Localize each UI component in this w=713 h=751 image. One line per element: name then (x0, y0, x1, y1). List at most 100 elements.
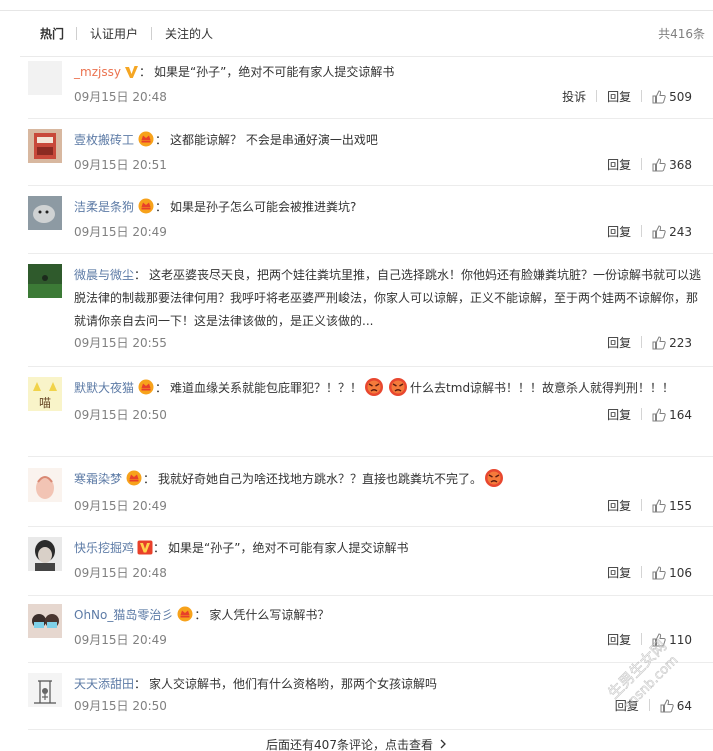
comment-username[interactable]: 洁柔是条狗 (74, 200, 134, 214)
comment-username[interactable]: 壹枚搬砖工 (74, 133, 134, 147)
comment-divider (28, 526, 713, 527)
comment-divider (28, 456, 713, 457)
like-count: 509 (669, 90, 692, 104)
reply-button[interactable]: 回复 (607, 157, 631, 173)
user-avatar-image: 喵 (28, 377, 62, 411)
user-avatar-image (28, 604, 62, 638)
reply-button[interactable]: 回复 (607, 498, 631, 514)
reply-button[interactable]: 回复 (607, 224, 631, 240)
user-avatar-image (28, 264, 62, 298)
comment-content: 家人凭什么写谅解书？ (209, 608, 330, 622)
reply-button[interactable]: 回复 (607, 632, 631, 648)
action-separator (641, 408, 643, 420)
comment-text: 微晨与微尘： 这老巫婆丧尽天良，把两个娃往粪坑里推，自己选择跳水！你他妈还有脸嫌粪… (74, 268, 702, 328)
red-v-badge-icon (137, 540, 153, 563)
angry-face-emoji-icon (388, 377, 408, 405)
like-count: 164 (669, 408, 692, 422)
comment-content: 家人交谅解书，他们有什么资格哟，那两个女孩谅解吗 (149, 677, 438, 691)
like-button[interactable]: 509 (652, 89, 692, 108)
tab-following[interactable]: 关注的人 (165, 26, 213, 42)
like-button[interactable]: 368 (652, 157, 692, 176)
tab-hot[interactable]: 热门 (40, 26, 64, 42)
like-button[interactable]: 155 (652, 498, 692, 517)
comment-divider (28, 118, 713, 119)
chevron-right-icon (439, 737, 447, 751)
like-count: 223 (669, 336, 692, 350)
comment-content: 如果是孙子怎么可能会被推进粪坑? (170, 200, 357, 214)
reply-button[interactable]: 回复 (607, 335, 631, 351)
comment-text: _mzjssy：如果是“孙子”，绝对不可能有家人提交谅解书 (74, 61, 704, 87)
reply-button[interactable]: 回复 (607, 89, 631, 105)
thumbs-up-icon (652, 158, 666, 176)
comment-username[interactable]: 默默大夜猫 (74, 381, 134, 395)
comment-divider (28, 662, 713, 663)
comment-time: 09月15日 20:49 (74, 225, 167, 239)
comment-username[interactable]: 微晨与微尘 (74, 268, 134, 282)
crown-badge-icon (137, 197, 155, 222)
like-count: 64 (676, 699, 692, 713)
angry-face-emoji-icon (364, 377, 384, 405)
gold-v-badge-icon (124, 64, 139, 87)
user-avatar-image (28, 196, 62, 230)
crown-badge-icon (176, 605, 194, 630)
comment-content: 这老巫婆丧尽天良，把两个娃往粪坑里推，自己选择跳水！你他妈还有脸嫌粪坑脏？一份谅… (74, 268, 702, 328)
action-separator (641, 158, 643, 170)
tab-separator (151, 27, 152, 40)
comment-actions: 回复 223 (607, 335, 692, 354)
reply-button[interactable]: 回复 (607, 407, 631, 423)
comment-username[interactable]: _mzjssy (74, 65, 121, 79)
thumbs-up-icon (652, 408, 666, 426)
like-button[interactable]: 223 (652, 335, 692, 354)
thumbs-up-icon (652, 499, 666, 517)
comment-divider (28, 595, 713, 596)
comment-content: 如果是“孙子”，绝对不可能有家人提交谅解书 (168, 541, 409, 555)
like-button[interactable]: 164 (652, 407, 692, 426)
comment-username[interactable]: 快乐挖掘鸡 (74, 541, 134, 555)
avatar[interactable] (28, 61, 62, 95)
avatar[interactable] (28, 604, 62, 638)
thumbs-up-icon (652, 336, 666, 354)
avatar[interactable] (28, 468, 62, 502)
report-button[interactable]: 投诉 (562, 89, 586, 105)
comment-divider (28, 185, 713, 186)
like-button[interactable]: 243 (652, 224, 692, 243)
like-button[interactable]: 110 (652, 632, 692, 651)
comment-time: 09月15日 20:51 (74, 158, 167, 172)
avatar[interactable] (28, 196, 62, 230)
comment-time: 09月15日 20:49 (74, 499, 167, 513)
comment-divider (28, 253, 713, 254)
avatar[interactable] (28, 673, 62, 707)
comment-username[interactable]: 寒霜染梦 (74, 472, 122, 486)
avatar[interactable]: 喵 (28, 377, 62, 411)
comment-username[interactable]: 天天添甜田 (74, 677, 134, 691)
action-separator (641, 499, 643, 511)
comment-text: 默默大夜猫：难道血缘关系就能包庇罪犯？！？！ 什么去tmd谅解书！！！故意杀人就得… (74, 377, 704, 405)
tab-verified-users[interactable]: 认证用户 (90, 26, 138, 42)
comment-text: 洁柔是条狗：如果是孙子怎么可能会被推进粪坑? (74, 196, 704, 222)
avatar[interactable] (28, 129, 62, 163)
like-count: 368 (669, 158, 692, 172)
comment-filter-tabs: 热门 认证用户 关注的人 共416条 (0, 0, 713, 57)
action-separator (596, 90, 598, 102)
crown-badge-icon (125, 469, 143, 494)
comment-content: 这都能谅解？ 不会是串通好演一出戏吧 (170, 133, 378, 147)
like-count: 106 (669, 566, 692, 580)
comment-time: 09月15日 20:50 (74, 699, 167, 713)
more-comments-link[interactable]: 后面还有407条评论，点击查看 (266, 738, 433, 751)
comment-time: 09月15日 20:55 (74, 336, 167, 350)
action-separator (641, 633, 643, 645)
crown-badge-icon (137, 378, 155, 403)
like-button[interactable]: 106 (652, 565, 692, 584)
total-comment-count: 共416条 (658, 27, 705, 41)
avatar[interactable] (28, 264, 62, 298)
like-button[interactable]: 64 (660, 698, 692, 717)
user-avatar-image (28, 537, 62, 571)
default-avatar-icon (28, 61, 62, 95)
tabs-divider (20, 56, 713, 57)
comment-username[interactable]: OhNo_猫岛零治彡 (74, 608, 173, 622)
comment-content: 难道血缘关系就能包庇罪犯？！？！ (170, 381, 363, 395)
comment-text: 壹枚搬砖工：这都能谅解？ 不会是串通好演一出戏吧 (74, 129, 704, 155)
reply-button[interactable]: 回复 (615, 698, 639, 714)
reply-button[interactable]: 回复 (607, 565, 631, 581)
avatar[interactable] (28, 537, 62, 571)
